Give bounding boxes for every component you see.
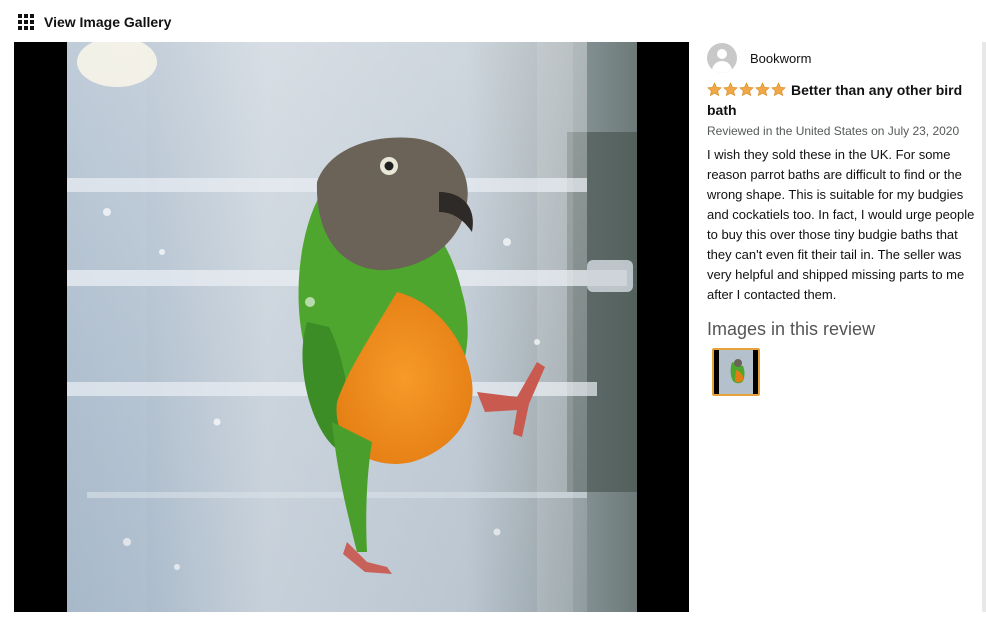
reviewer-profile[interactable]: Bookworm bbox=[707, 42, 979, 74]
star-icon bbox=[723, 82, 738, 97]
scrollbar[interactable] bbox=[982, 42, 986, 612]
review-date: Reviewed in the United States on July 23… bbox=[707, 124, 960, 138]
review-title-row: Better than any other bird bath bbox=[707, 80, 979, 120]
image-viewer bbox=[14, 42, 689, 612]
reviewer-name[interactable]: Bookworm bbox=[750, 51, 811, 66]
review-photo[interactable] bbox=[67, 42, 637, 612]
star-icon bbox=[755, 82, 770, 97]
user-avatar-icon bbox=[707, 43, 737, 73]
review-image-thumbnail[interactable] bbox=[712, 348, 760, 396]
review-panel: Bookworm Better than any other bird bath… bbox=[707, 42, 979, 396]
view-image-gallery-link[interactable]: View Image Gallery bbox=[18, 12, 171, 32]
star-icon bbox=[771, 82, 786, 97]
view-image-gallery-label[interactable]: View Image Gallery bbox=[44, 14, 171, 30]
star-rating[interactable] bbox=[707, 82, 787, 97]
star-icon bbox=[739, 82, 754, 97]
review-body: I wish they sold these in the UK. For so… bbox=[707, 147, 975, 302]
images-in-review-heading: Images in this review bbox=[707, 319, 876, 339]
star-icon bbox=[707, 82, 722, 97]
grid-icon bbox=[18, 14, 34, 30]
